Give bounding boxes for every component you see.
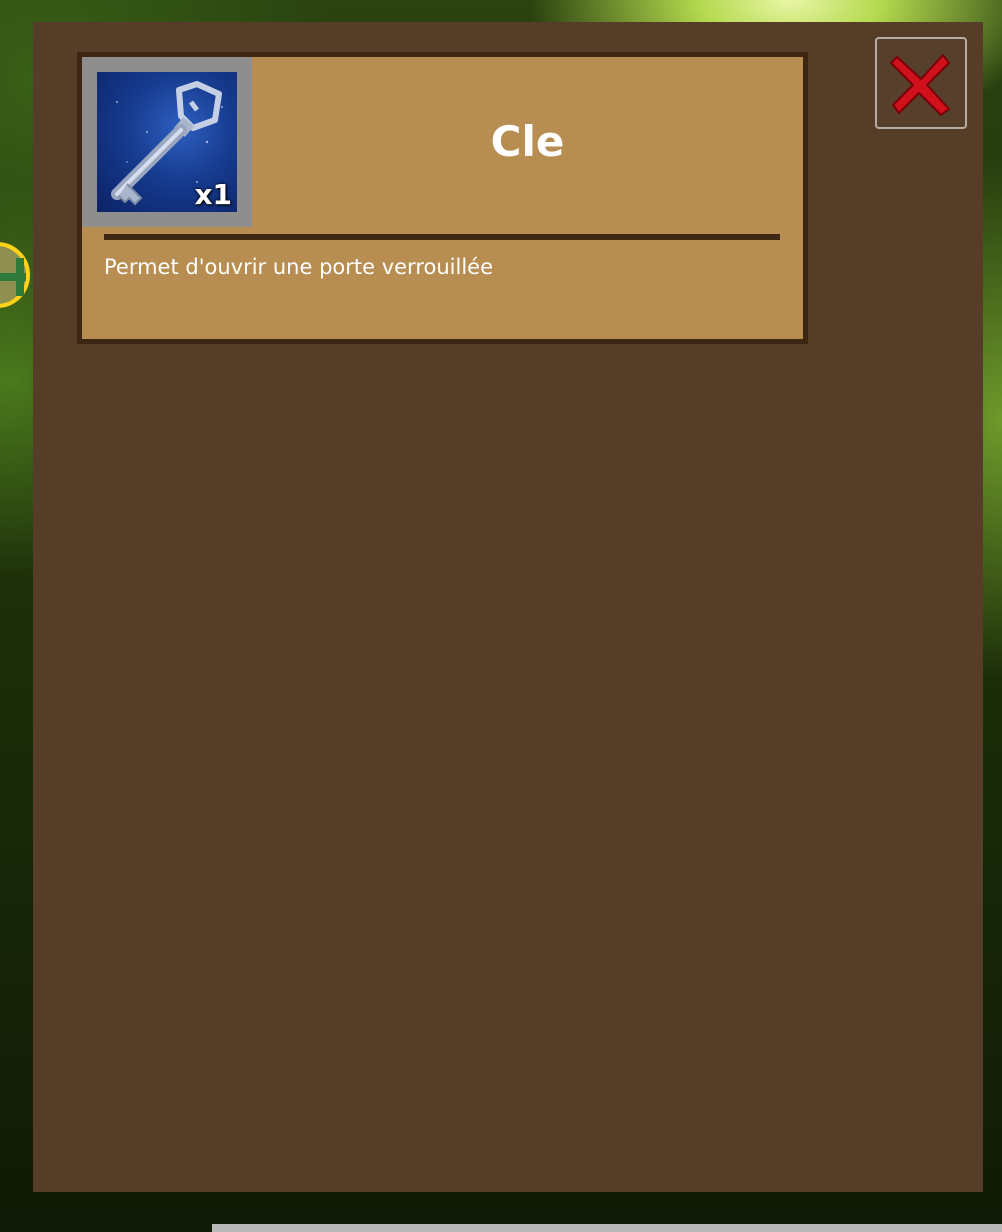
- divider: [104, 234, 780, 240]
- close-button[interactable]: [875, 37, 967, 129]
- background-bottom-bar: [212, 1224, 1002, 1232]
- item-description: Permet d'ouvrir une porte verrouillée: [104, 255, 493, 279]
- item-icon-tile: x1: [97, 72, 237, 212]
- item-icon-frame: x1: [82, 57, 252, 227]
- side-add-button: [0, 242, 30, 308]
- item-name: Cle: [490, 117, 565, 166]
- item-quantity: x1: [194, 178, 232, 211]
- item-detail-modal: x1 Cle Permet d'ouvrir une porte verroui…: [33, 22, 983, 1192]
- close-icon: [890, 54, 950, 116]
- item-card: x1 Cle Permet d'ouvrir une porte verroui…: [77, 52, 808, 344]
